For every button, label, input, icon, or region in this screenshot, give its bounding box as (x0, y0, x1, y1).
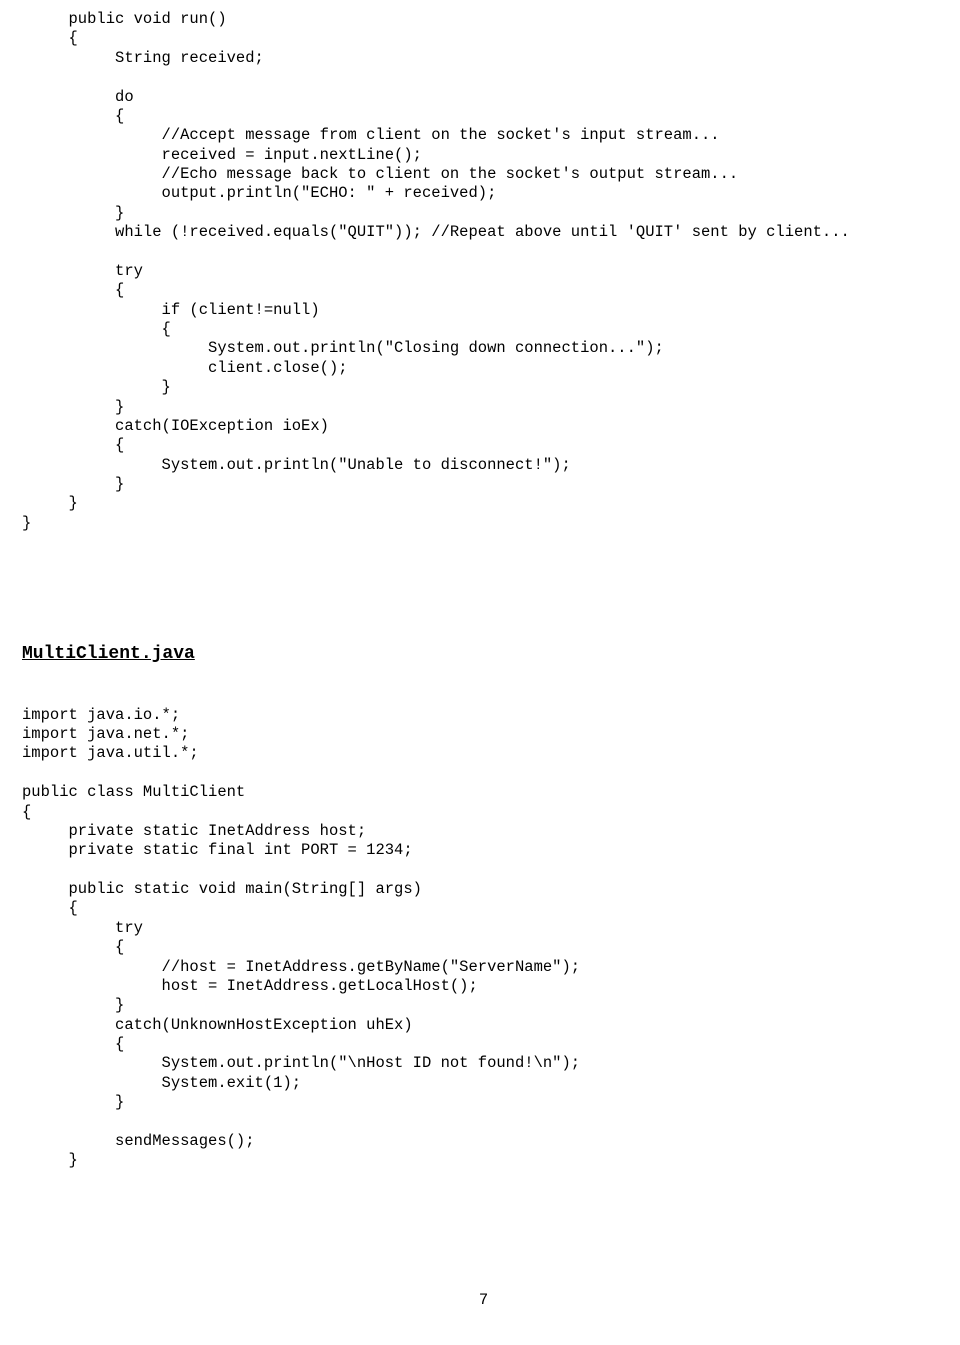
code-block-multiclient: import java.io.*; import java.net.*; imp… (22, 706, 945, 1171)
section-heading-block: MultiClient.java (22, 643, 945, 666)
page-number: 7 (22, 1291, 945, 1310)
document-page: public void run() { String received; do … (0, 10, 960, 1310)
section-heading: MultiClient.java (22, 644, 195, 664)
code-block-run-method: public void run() { String received; do … (22, 10, 945, 533)
